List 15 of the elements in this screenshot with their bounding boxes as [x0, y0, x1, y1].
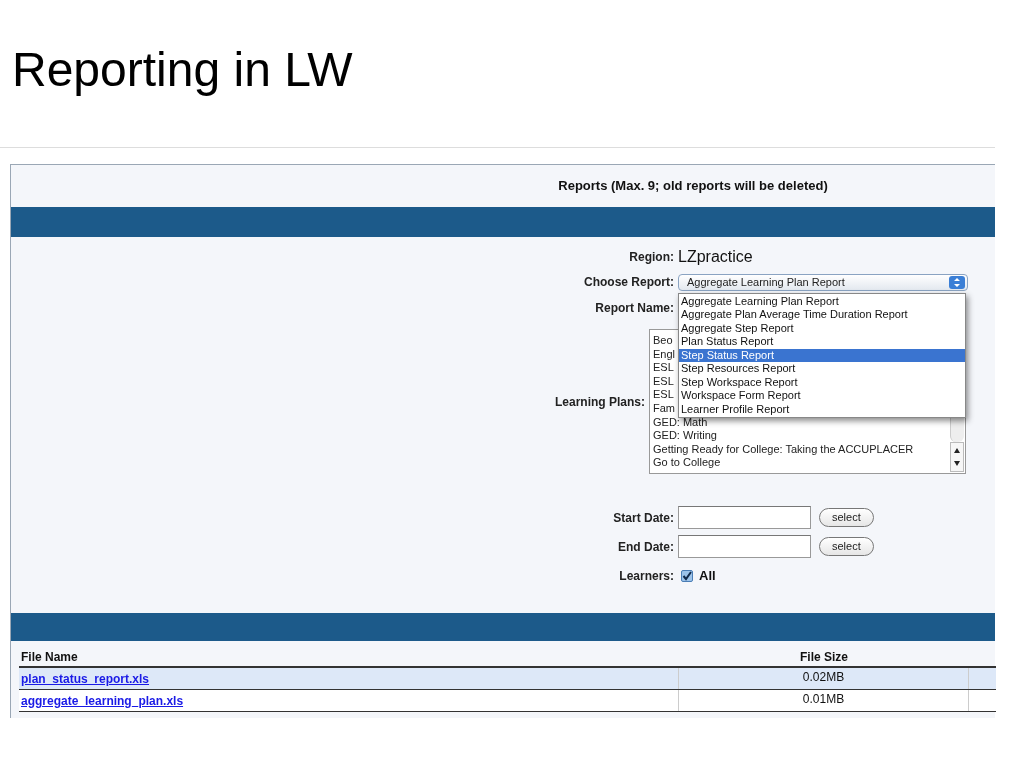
panel-title: Reports (Max. 9; old reports will be deleted): [558, 177, 828, 196]
column-header: File Size: [800, 649, 848, 666]
checkbox-label: All: [699, 567, 716, 586]
column-header: File Name: [20, 649, 79, 666]
field-label: Region:: [629, 249, 674, 266]
field-label: Learning Plans:: [554, 393, 645, 411]
table-cell-text: 0.01MB: [802, 691, 845, 708]
region-value: LZpractice: [678, 247, 753, 267]
field-label: Choose Report:: [584, 274, 674, 291]
field-label: End Date:: [618, 538, 674, 556]
slide-title: Reporting in LW: [12, 42, 353, 98]
field-label: Report Name:: [595, 300, 674, 317]
table-cell-text: 0.02MB: [802, 669, 845, 686]
field-label: Start Date:: [613, 509, 674, 527]
field-label: Learners:: [619, 568, 674, 585]
